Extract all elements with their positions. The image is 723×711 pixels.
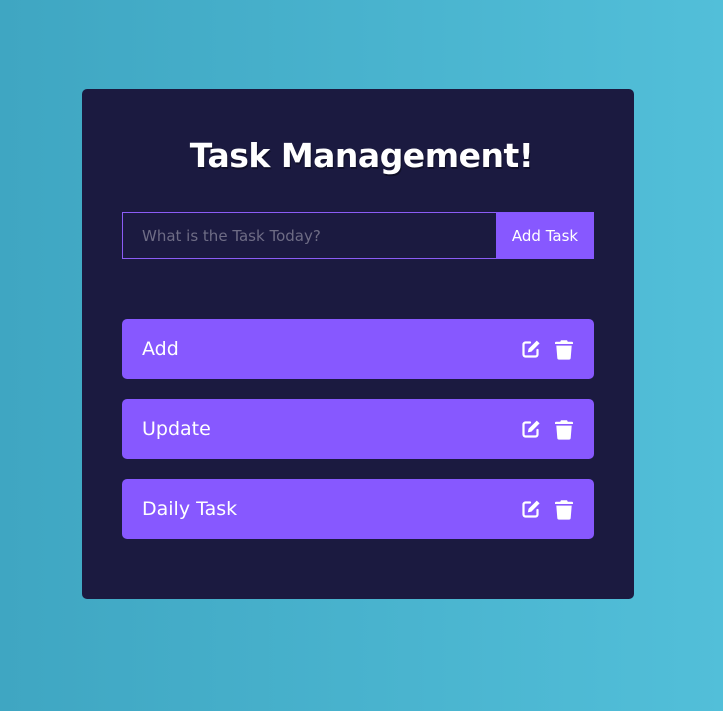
edit-icon[interactable] <box>520 498 542 520</box>
add-task-form: Add Task <box>122 212 594 259</box>
task-label: Add <box>142 338 179 360</box>
task-label: Daily Task <box>142 498 238 520</box>
task-item: Update <box>122 399 594 459</box>
trash-icon[interactable] <box>553 338 575 360</box>
edit-icon[interactable] <box>520 418 542 440</box>
trash-icon[interactable] <box>553 418 575 440</box>
edit-icon[interactable] <box>520 338 542 360</box>
task-label: Update <box>142 418 211 440</box>
add-task-button[interactable]: Add Task <box>496 212 594 259</box>
task-item: Add <box>122 319 594 379</box>
page-title: Task Management! <box>189 136 534 175</box>
task-input[interactable] <box>122 212 496 259</box>
task-item: Daily Task <box>122 479 594 539</box>
trash-icon[interactable] <box>553 498 575 520</box>
